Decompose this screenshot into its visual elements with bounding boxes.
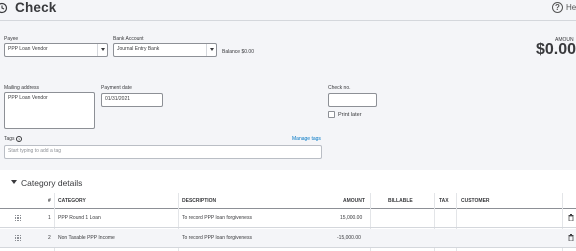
mailing-address-label: Mailing address (4, 85, 40, 91)
header-divider (0, 20, 576, 21)
check-no-field[interactable] (328, 93, 377, 107)
column-header-billable: BILLABLE (388, 198, 413, 204)
row-number: 1 (48, 215, 51, 221)
bank-account-select[interactable]: Journal Entry Bank (113, 43, 217, 57)
mailing-address-value: PPP Loan Vendor (8, 95, 48, 101)
row-description[interactable]: To record PPP loan forgiveness (182, 215, 252, 221)
balance-text: Balance $0.00 (222, 49, 254, 55)
chevron-down-icon[interactable] (97, 44, 107, 56)
payment-date-value: 01/31/2021 (105, 96, 131, 102)
column-header-tax: TAX (439, 198, 449, 204)
payment-date-label: Payment date (101, 85, 132, 91)
row-description[interactable]: To record PPP loan forgiveness (182, 235, 252, 241)
check-no-label: Check no. (328, 85, 351, 91)
column-header-description: DESCRIPTION (182, 198, 217, 204)
tags-placeholder: Start typing to add a tag (8, 148, 62, 154)
payee-select[interactable]: PPP Loan Vendor (4, 43, 108, 57)
column-header-customer: CUSTOMER (461, 198, 490, 204)
tags-label: Tags (4, 136, 15, 142)
row-amount[interactable]: -15,000.00 (337, 235, 361, 241)
bank-account-value: Journal Entry Bank (117, 46, 160, 52)
payee-value: PPP Loan Vendor (8, 46, 48, 52)
row-category[interactable]: Non Taxable PPP Income (58, 235, 115, 241)
trash-icon[interactable] (568, 234, 574, 241)
column-header-amount: AMOUNT (343, 198, 365, 204)
row-amount[interactable]: 15,000.00 (340, 215, 362, 221)
page-title: Check (15, 0, 57, 15)
mailing-address-field[interactable]: PPP Loan Vendor (4, 92, 95, 129)
caret-down-icon[interactable] (11, 180, 17, 184)
question-icon[interactable]: ? (16, 136, 22, 142)
help-label[interactable]: Hel (566, 3, 576, 12)
payment-date-field[interactable]: 01/31/2021 (101, 93, 163, 107)
print-later-label[interactable]: Print later (338, 112, 362, 118)
chevron-down-icon[interactable] (206, 44, 216, 56)
row-number: 2 (48, 235, 51, 241)
category-details-title[interactable]: Category details (21, 178, 82, 188)
bank-account-label: Bank Account (113, 36, 144, 42)
page-header: Check ? Hel (0, 0, 576, 20)
row-category[interactable]: PPP Round 1 Loan (58, 215, 101, 221)
manage-tags-link[interactable]: Manage tags (292, 136, 321, 142)
help-icon[interactable]: ? (552, 2, 563, 13)
drag-handle-icon[interactable] (15, 215, 21, 221)
column-header-number: # (48, 198, 51, 204)
amount-value: $0.00 (536, 41, 576, 58)
print-later-checkbox[interactable] (328, 111, 335, 118)
payee-label: Payee (4, 36, 19, 42)
check-sync-icon[interactable] (0, 2, 8, 14)
tags-input[interactable]: Start typing to add a tag (4, 145, 322, 159)
column-header-category: CATEGORY (58, 198, 86, 204)
trash-icon[interactable] (568, 214, 574, 221)
drag-handle-icon[interactable] (15, 235, 21, 241)
